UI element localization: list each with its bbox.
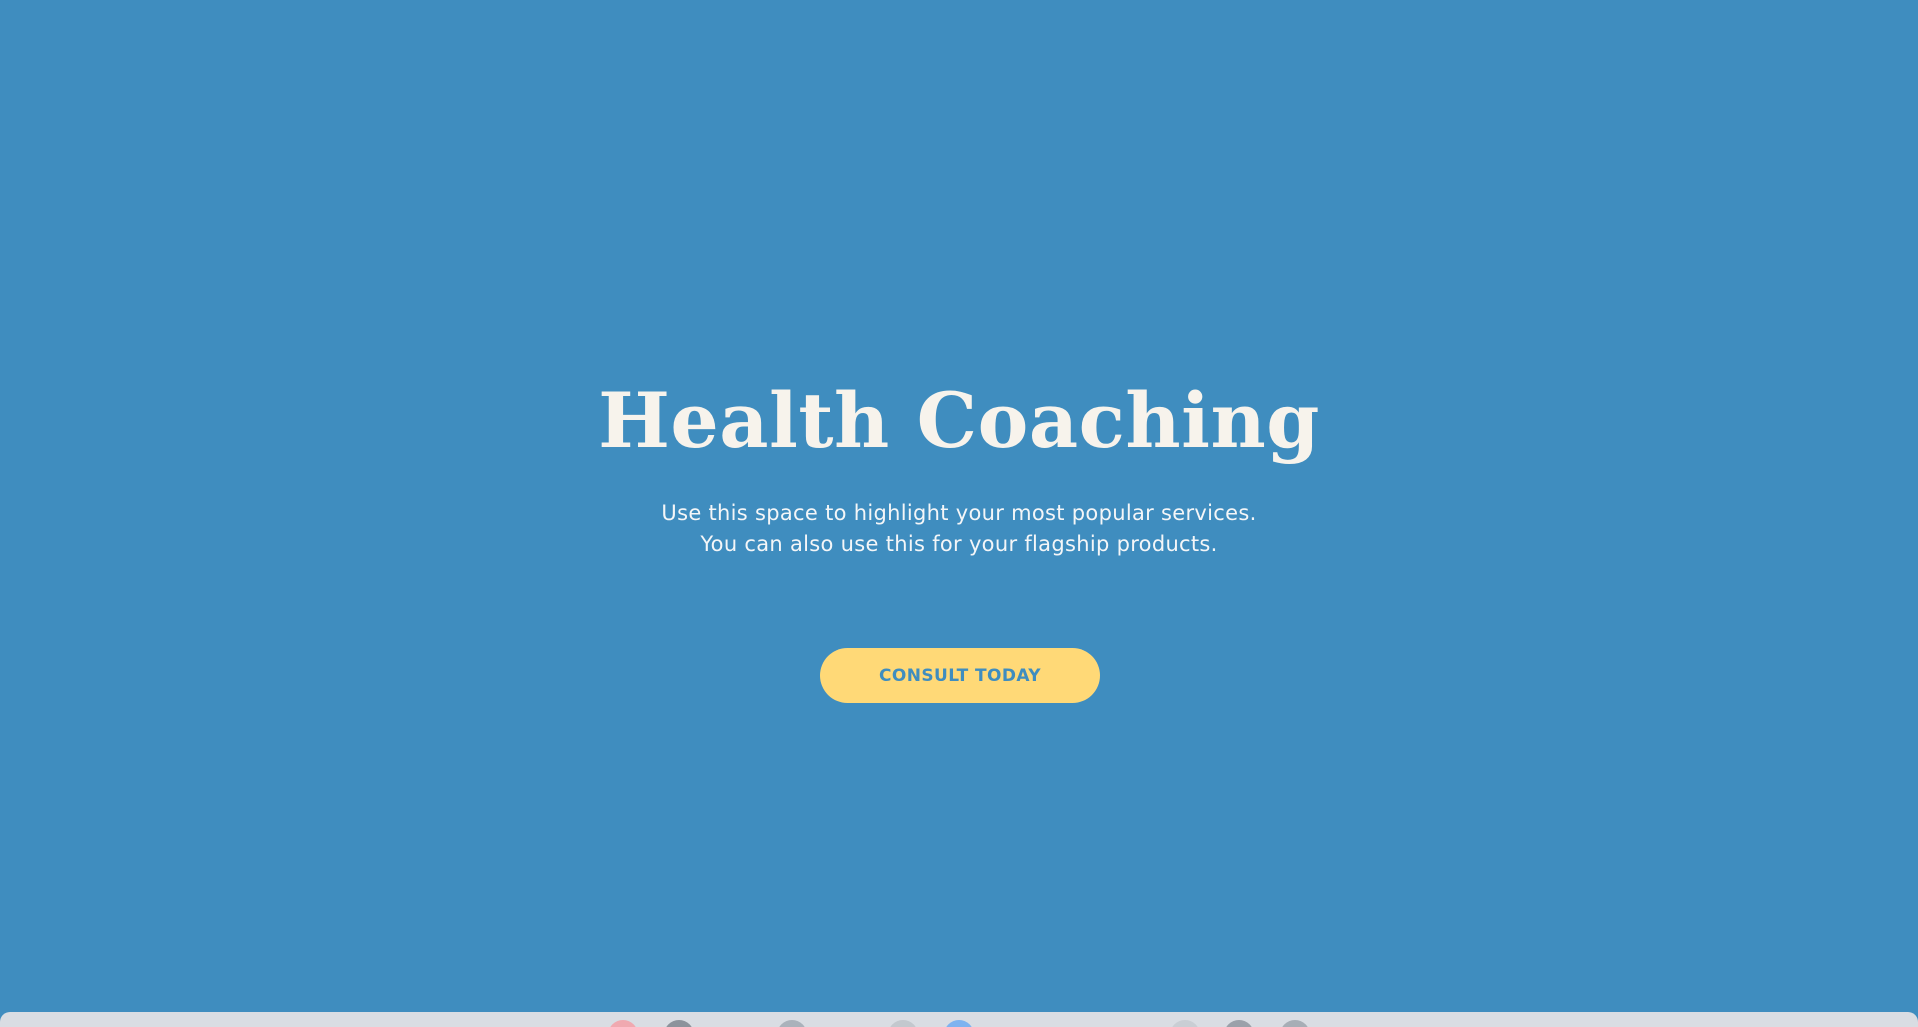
- dock-app-icon[interactable]: [777, 1020, 807, 1027]
- dock-app-icon[interactable]: [888, 1020, 918, 1027]
- dock-app-icon[interactable]: [1224, 1020, 1254, 1027]
- dock-app-icon[interactable]: [1280, 1020, 1310, 1027]
- dock-app-icon[interactable]: [664, 1020, 694, 1027]
- dock-app-icon[interactable]: [1170, 1020, 1200, 1027]
- hero-section: Health Coaching Use this space to highli…: [0, 0, 1918, 1012]
- hero-subtitle: Use this space to highlight your most po…: [0, 498, 1918, 560]
- consult-today-button[interactable]: CONSULT TODAY: [820, 648, 1100, 703]
- hero-subtitle-line-1: Use this space to highlight your most po…: [661, 501, 1257, 525]
- hero-title: Health Coaching: [598, 376, 1320, 465]
- dock: [0, 1012, 1918, 1027]
- hero-subtitle-line-2: You can also use this for your flagship …: [700, 532, 1218, 556]
- dock-app-icon[interactable]: [608, 1020, 638, 1027]
- dock-app-icon[interactable]: [944, 1020, 974, 1027]
